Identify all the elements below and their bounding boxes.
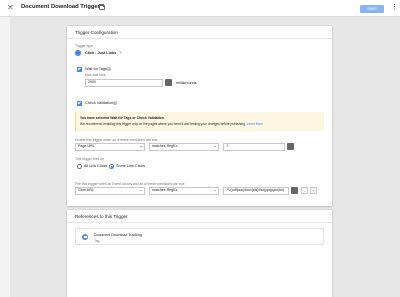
edit-pencil-icon[interactable]: ✎ xyxy=(119,50,122,55)
save-button[interactable]: SAVE xyxy=(360,5,384,13)
trigger-name[interactable]: Document Download Trigger xyxy=(21,4,100,10)
help-icon[interactable]: ? xyxy=(113,101,117,105)
click-trigger-icon xyxy=(75,50,81,56)
tag-icon xyxy=(82,234,88,240)
top-bar: ✕ Document Download Trigger SAVE ⋮ xyxy=(0,0,400,17)
trigger-configuration-card[interactable]: Trigger Configuration Trigger type Click… xyxy=(67,26,332,206)
fire-variable-select[interactable]: Click URL xyxy=(75,187,145,195)
milliseconds-unit: milliseconds xyxy=(176,81,197,85)
section-title: References to this Trigger xyxy=(67,210,332,223)
more-options-icon[interactable]: ⋮ xyxy=(391,4,398,12)
enable-operator-select[interactable]: matches RegEx xyxy=(149,143,219,151)
wait-for-tags-label: Wait for Tags xyxy=(85,67,107,71)
notice-text: We recommend enabling this trigger only … xyxy=(80,122,264,126)
check-validation-label: Check Validation xyxy=(85,101,114,105)
all-link-clicks-label: All Link Clicks xyxy=(84,164,108,168)
add-condition-button[interactable]: + xyxy=(310,187,317,194)
max-wait-input[interactable]: 2000 xyxy=(85,79,163,87)
wait-for-tags-checkbox[interactable] xyxy=(77,67,82,72)
reference-type: Tag xyxy=(94,239,100,243)
references-card: References to this Trigger Document Down… xyxy=(67,210,332,297)
close-icon[interactable]: ✕ xyxy=(7,3,14,13)
max-wait-label: Max wait time xyxy=(85,73,106,77)
variable-picker-icon[interactable] xyxy=(287,143,294,150)
reference-name: Document Download Tracking xyxy=(94,233,142,237)
variable-picker-icon[interactable] xyxy=(291,187,298,194)
fires-on-label: This trigger fires on xyxy=(75,157,105,161)
remove-condition-button[interactable]: - xyxy=(301,187,308,194)
variable-picker-icon[interactable] xyxy=(165,79,172,86)
fire-value-input[interactable]: .*\.(pdf|doc|docx|xls|xlsx|ppt|pptx|txt) xyxy=(223,187,289,195)
enable-conditions-label: Enable this trigger when all of these co… xyxy=(75,138,158,142)
folder-icon[interactable] xyxy=(99,4,105,10)
notice-heading: You have selected Wait for Tags or Check… xyxy=(80,116,165,120)
learn-more-link[interactable]: Learn More. xyxy=(247,122,264,126)
check-validation-checkbox[interactable] xyxy=(77,101,82,106)
some-link-clicks-label: Some Link Clicks xyxy=(116,164,146,168)
fire-conditions-label: Fire this trigger when an Event occurs a… xyxy=(75,182,185,186)
trigger-type-value[interactable]: Click - Just Links xyxy=(85,51,116,55)
list-item[interactable]: Document Download Tracking Tag xyxy=(75,228,324,245)
enable-value-input[interactable]: .* xyxy=(223,143,285,151)
left-edge xyxy=(0,17,10,297)
all-link-clicks-radio[interactable] xyxy=(77,164,82,169)
enable-variable-select[interactable]: Page URL xyxy=(75,143,145,151)
help-icon[interactable]: ? xyxy=(107,67,111,71)
section-title: Trigger Configuration xyxy=(67,26,332,39)
some-link-clicks-radio[interactable] xyxy=(109,164,114,169)
warning-notice: You have selected Wait for Tags or Check… xyxy=(75,112,324,131)
fire-operator-select[interactable]: matches RegEx xyxy=(149,187,219,195)
trigger-type-label: Trigger type xyxy=(75,44,93,48)
